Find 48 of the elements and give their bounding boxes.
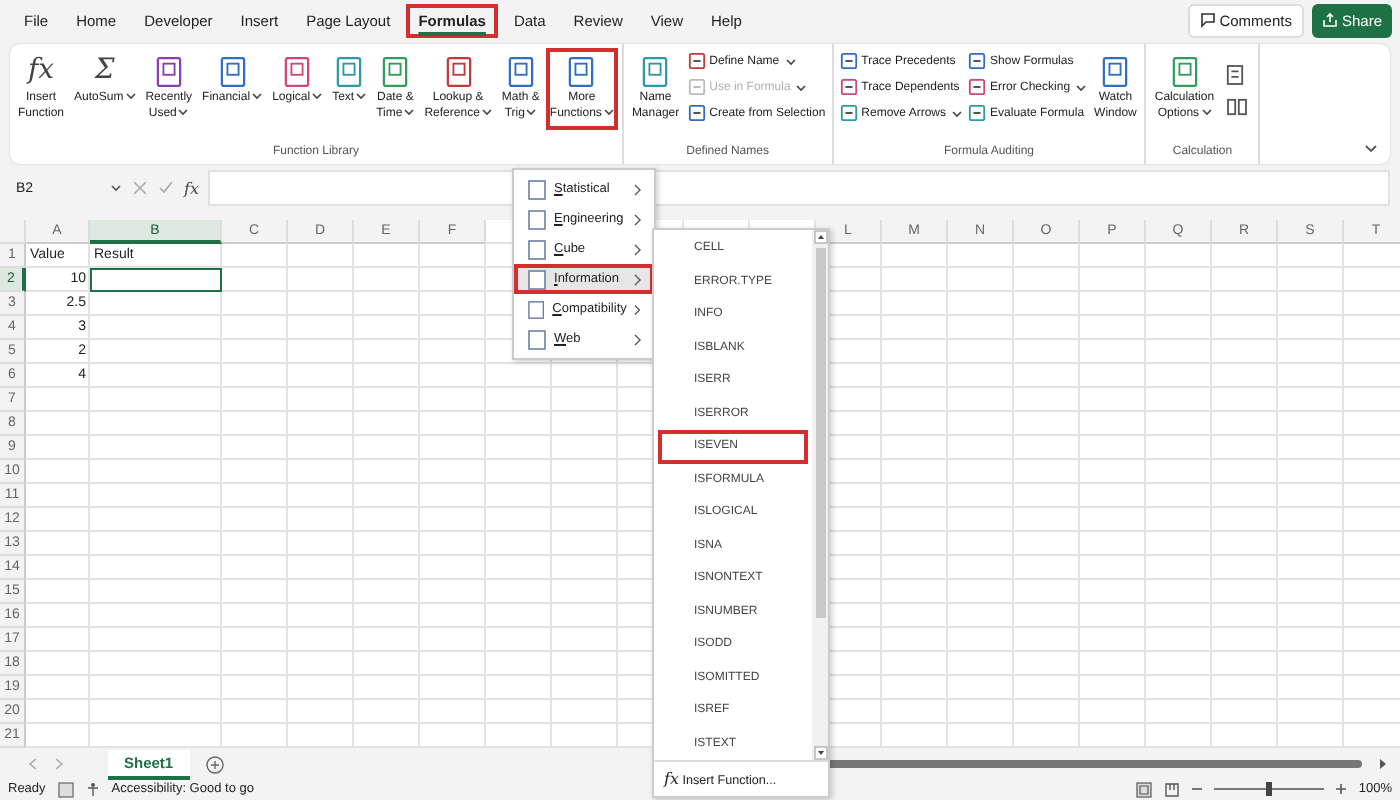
chevron-right-icon — [634, 333, 642, 345]
book-icon — [507, 56, 534, 88]
check-icon[interactable] — [158, 180, 174, 196]
zoom-slider-thumb[interactable] — [1266, 782, 1273, 796]
selected-cell[interactable] — [90, 268, 222, 292]
book-icon — [284, 56, 311, 88]
add-sheet-icon[interactable] — [205, 755, 224, 773]
chevron-right-icon — [634, 183, 642, 195]
normal-view-icon[interactable] — [1136, 781, 1153, 797]
book-icon — [568, 56, 595, 88]
scroll-thumb[interactable] — [815, 248, 825, 618]
scroll-up-icon[interactable] — [813, 230, 827, 244]
macro-icon — [57, 781, 74, 797]
minus-icon[interactable] — [1192, 786, 1203, 792]
chevron-right-icon — [634, 243, 642, 255]
caret-icon[interactable] — [110, 184, 122, 192]
chevron-right-icon — [634, 303, 642, 315]
book-icon — [642, 56, 669, 88]
tool-icon — [687, 104, 706, 122]
comment-icon — [1199, 12, 1216, 28]
tool-icon — [968, 104, 987, 122]
book-icon — [382, 56, 409, 88]
accessibility-icon[interactable] — [85, 781, 100, 797]
tool-icon — [839, 78, 858, 96]
chevron-right-icon — [634, 273, 642, 285]
tool-icon — [687, 78, 706, 96]
plus-icon[interactable] — [1336, 784, 1347, 794]
book-icon — [336, 56, 363, 88]
book-icon — [155, 56, 182, 88]
chevron-right-icon — [634, 213, 642, 225]
function-glyph-icon: fx — [27, 54, 55, 88]
insert-function-glyph[interactable]: fx — [184, 179, 199, 197]
book-icon — [445, 56, 472, 88]
tool-icon — [968, 78, 987, 96]
function-glyph-icon: Σ — [94, 54, 115, 88]
scroll-right-icon[interactable] — [1378, 758, 1388, 770]
tool-icon — [839, 104, 858, 122]
page-layout-icon[interactable] — [1164, 781, 1181, 797]
tool-icon — [968, 52, 987, 70]
tool-icon — [839, 52, 858, 70]
scroll-down-icon[interactable] — [813, 746, 827, 760]
book-icon — [1102, 56, 1129, 88]
book-icon — [219, 56, 246, 88]
share-icon — [1321, 12, 1338, 28]
tool-icon — [687, 52, 706, 70]
collapse-ribbon-icon[interactable] — [1364, 144, 1378, 154]
scrollbar[interactable] — [812, 230, 828, 760]
book-icon — [1171, 56, 1198, 88]
